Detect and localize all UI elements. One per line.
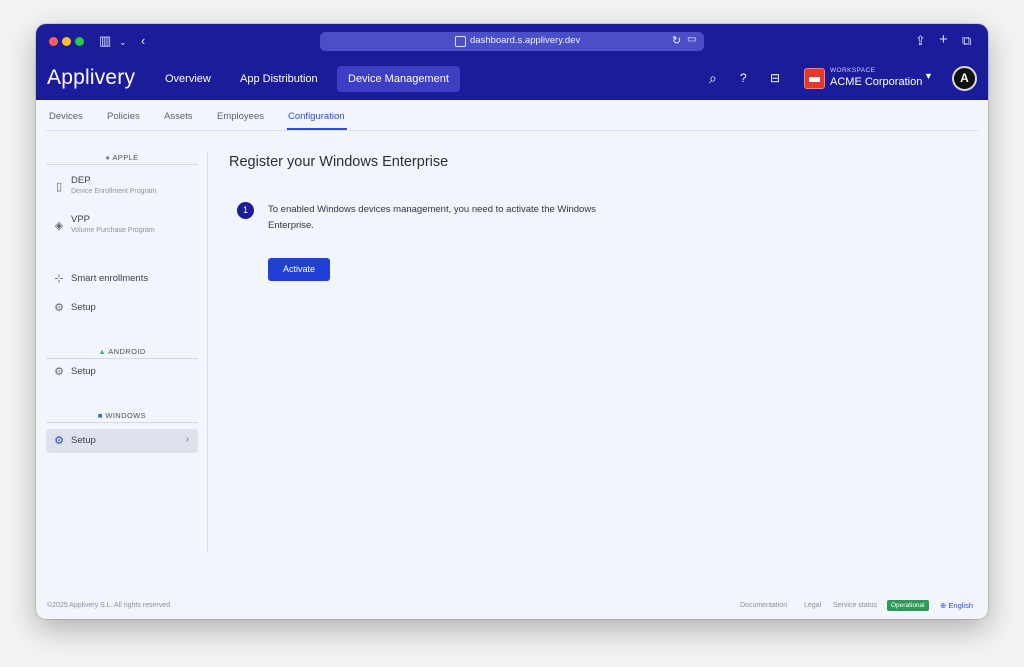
- step-number-badge: 1: [237, 202, 254, 219]
- nav-app-distribution[interactable]: App Distribution: [229, 66, 329, 92]
- sidebar-item-android-setup[interactable]: ⚙ Setup: [46, 365, 198, 389]
- gear-icon: ⚙: [54, 302, 64, 314]
- tab-configuration[interactable]: Configuration: [288, 111, 345, 122]
- sidebar-item-sublabel: Device Enrollment Program: [71, 188, 157, 195]
- sidebar-toggle-icon[interactable]: ▥: [99, 33, 111, 49]
- browser-window: ▥ ⌄ ‹ dashboard.s.applivery.dev ↻ ▭ ⇪ + …: [36, 24, 988, 619]
- phone-icon: ▯: [55, 181, 63, 193]
- android-icon: ▲: [98, 347, 107, 356]
- divider: [46, 164, 198, 165]
- applivery-logo[interactable]: Applivery: [47, 66, 135, 90]
- minimize-window-button[interactable]: [62, 37, 71, 46]
- apple-icon: ●: [105, 153, 111, 162]
- nav-device-management[interactable]: Device Management: [337, 66, 460, 92]
- sidebar-item-smart-enrollments[interactable]: ⊹ Smart enrollments: [46, 272, 198, 296]
- sidebar-section-windows: ■ WINDOWS: [97, 411, 147, 420]
- share-icon[interactable]: ⇪: [915, 33, 926, 49]
- chevron-down-icon[interactable]: ⌄: [119, 34, 127, 50]
- search-icon[interactable]: ⌕: [709, 70, 717, 86]
- sidebar-item-sublabel: Volume Purchase Program: [71, 227, 155, 234]
- status-badge: Operational: [887, 600, 929, 611]
- sidebar-item-label: Setup: [71, 302, 96, 313]
- nav-overview[interactable]: Overview: [154, 66, 222, 92]
- sidebar-item-label: Smart enrollments: [71, 273, 149, 284]
- ticket-icon[interactable]: ⊟: [770, 70, 780, 86]
- layers-icon: ◈: [54, 220, 64, 232]
- tab-employees[interactable]: Employees: [217, 111, 264, 122]
- sidebar-item-vpp[interactable]: ◈ VPP Volume Purchase Program: [46, 214, 198, 242]
- divider: [46, 422, 198, 423]
- workspace-name[interactable]: ACME Corporation: [830, 76, 922, 88]
- tab-policies[interactable]: Policies: [107, 111, 140, 122]
- reader-icon[interactable]: ▭: [687, 34, 696, 45]
- workspace-label: WORKSPACE: [830, 67, 876, 74]
- copyright-text: ©2025 Applivery S.L. All rights reserved…: [47, 602, 172, 609]
- avatar[interactable]: A: [952, 66, 977, 91]
- windows-icon: ■: [97, 411, 103, 420]
- sidebar-item-apple-setup[interactable]: ⚙ Setup: [46, 301, 198, 325]
- chevron-right-icon: ›: [185, 434, 189, 445]
- site-favicon-icon: [455, 36, 466, 47]
- tab-assets[interactable]: Assets: [164, 111, 193, 122]
- documentation-link[interactable]: Documentation: [740, 602, 787, 609]
- new-tab-icon[interactable]: +: [939, 32, 948, 48]
- reload-icon[interactable]: ↻: [672, 34, 681, 47]
- browser-toolbar: ▥ ⌄ ‹ dashboard.s.applivery.dev ↻ ▭ ⇪ + …: [36, 24, 988, 58]
- zoom-window-button[interactable]: [75, 37, 84, 46]
- back-icon[interactable]: ‹: [141, 33, 145, 49]
- sub-navigation: Devices Policies Assets Employees Config…: [36, 100, 988, 131]
- globe-icon: ⊕: [940, 601, 947, 610]
- gear-icon: ⚙: [54, 366, 64, 378]
- workspace-logo[interactable]: [804, 68, 825, 89]
- sidebar-item-label: VPP: [71, 214, 91, 225]
- sidebar-item-label: DEP: [71, 175, 91, 186]
- tab-overview-icon[interactable]: ⧉: [962, 33, 971, 49]
- tab-devices[interactable]: Devices: [49, 111, 83, 122]
- url-text: dashboard.s.applivery.dev: [470, 35, 581, 46]
- sidebar-section-android: ▲ ANDROID: [98, 347, 146, 356]
- sidebar-section-apple: ● APPLE: [105, 153, 139, 162]
- language-selector[interactable]: ⊕ English: [940, 601, 973, 610]
- divider: [46, 358, 198, 359]
- app-header: Applivery Overview App Distribution Devi…: [36, 58, 988, 100]
- sidebar-item-windows-setup[interactable]: ⚙ Setup ›: [46, 429, 198, 453]
- service-status-link[interactable]: Service status: [833, 602, 877, 609]
- gear-icon: ⚙: [54, 435, 64, 447]
- sidebar-item-label: Setup: [71, 366, 96, 377]
- nodes-icon: ⊹: [54, 273, 64, 285]
- sidebar: ● APPLE ▯ DEP Device Enrollment Program …: [46, 131, 198, 571]
- divider: [207, 152, 208, 552]
- close-window-button[interactable]: [49, 37, 58, 46]
- workspace-chevron-down-icon[interactable]: ▼: [924, 71, 933, 81]
- help-icon[interactable]: ?: [740, 70, 747, 86]
- legal-link[interactable]: Legal: [804, 602, 821, 609]
- page-title: Register your Windows Enterprise: [229, 154, 449, 170]
- step-description: To enabled Windows devices management, y…: [268, 204, 596, 231]
- sidebar-item-dep[interactable]: ▯ DEP Device Enrollment Program: [46, 175, 198, 203]
- sidebar-item-label: Setup: [71, 435, 96, 446]
- activate-button[interactable]: Activate: [268, 258, 330, 281]
- address-bar[interactable]: dashboard.s.applivery.dev ↻ ▭: [320, 32, 704, 51]
